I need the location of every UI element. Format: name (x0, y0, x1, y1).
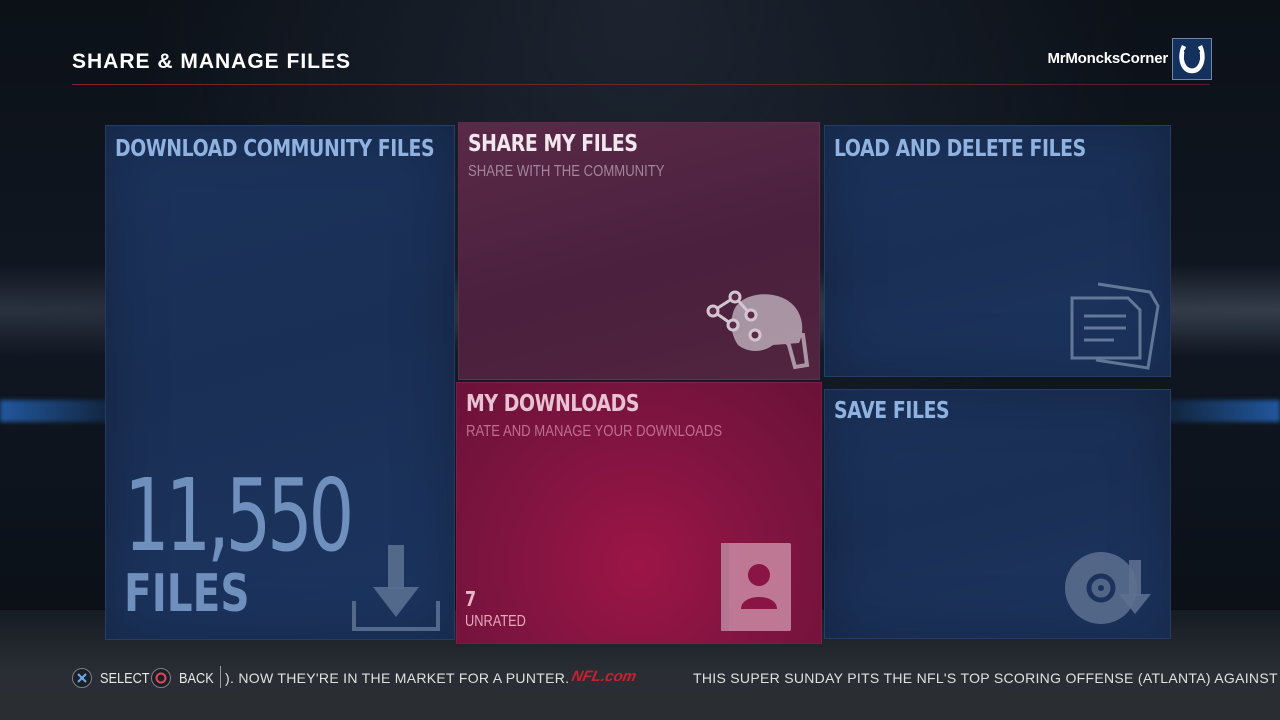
download-arrow-icon (351, 541, 441, 636)
tile-title: MY DOWNLOADS (466, 391, 640, 417)
disc-save-icon (1065, 550, 1165, 635)
tile-title: SAVE FILES (834, 398, 950, 424)
cross-button-icon (72, 668, 92, 688)
tile-title: LOAD AND DELETE FILES (834, 136, 1086, 162)
bottom-bar: SELECT BACK ). NOW THEY'RE IN THE MARKET… (0, 660, 1280, 696)
tile-title: SHARE MY FILES (468, 131, 638, 157)
unrated-count: 7 (465, 587, 477, 611)
tile-subtitle: SHARE WITH THE COMMUNITY (468, 163, 665, 180)
unrated-label: UNRATED (465, 613, 526, 630)
ticker-separator (220, 666, 221, 688)
file-count: 11,550 (124, 457, 354, 574)
load-and-delete-files-tile[interactable]: LOAD AND DELETE FILES (824, 125, 1171, 377)
profile-book-icon (719, 541, 793, 638)
page-title: SHARE & MANAGE FILES (72, 50, 352, 73)
back-label: BACK (179, 669, 214, 687)
header-divider (72, 84, 1210, 85)
share-my-files-tile[interactable]: SHARE MY FILES SHARE WITH THE COMMUNITY (458, 122, 820, 380)
download-community-files-tile[interactable]: DOWNLOAD COMMUNITY FILES 11,550 FILES (105, 125, 455, 640)
news-ticker-text: ). NOW THEY'RE IN THE MARKET FOR A PUNTE… (225, 670, 570, 686)
horseshoe-icon (1172, 38, 1212, 80)
my-downloads-tile[interactable]: MY DOWNLOADS RATE AND MANAGE YOUR DOWNLO… (456, 382, 822, 644)
username: MrMoncksCorner (1047, 50, 1168, 67)
share-helmet-icon (703, 283, 813, 378)
save-files-tile[interactable]: SAVE FILES (824, 389, 1171, 639)
nfl-com-logo: NFL.com (570, 668, 638, 685)
news-ticker-text-2: THIS SUPER SUNDAY PITS THE NFL'S TOP SCO… (693, 670, 1280, 686)
tile-subtitle: RATE AND MANAGE YOUR DOWNLOADS (466, 423, 723, 440)
back-control[interactable]: BACK (151, 668, 220, 688)
file-count-label: FILES (124, 564, 250, 624)
select-control[interactable]: SELECT (72, 668, 158, 688)
select-label: SELECT (100, 669, 150, 687)
tile-title: DOWNLOAD COMMUNITY FILES (115, 136, 435, 162)
documents-icon (1068, 278, 1163, 376)
circle-button-icon (151, 668, 171, 688)
